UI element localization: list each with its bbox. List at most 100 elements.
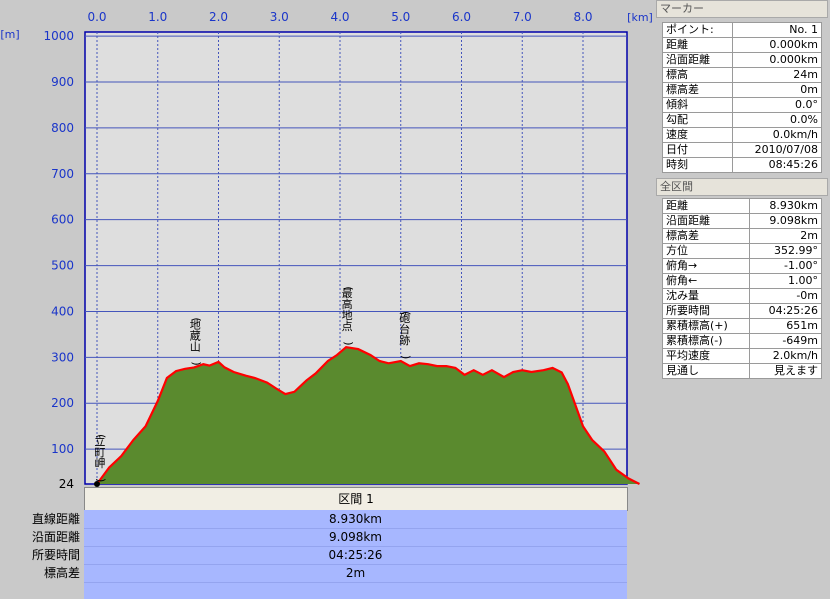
section-row: 所要時間 04:25:26	[661, 303, 822, 319]
section-value: 9.098km	[749, 213, 822, 229]
x-tick-label: 7.0	[513, 10, 532, 24]
marker-row: 時刻 08:45:26	[662, 157, 823, 173]
x-tick-label: 8.0	[573, 10, 592, 24]
marker-label: ポイント:	[662, 22, 733, 38]
marker-row: 距離 0.000km	[662, 37, 823, 53]
section-row: 俯角→ -1.00°	[661, 258, 822, 274]
marker-label: 速度	[662, 127, 733, 143]
section-row: 沿面距離 9.098km	[661, 213, 822, 229]
marker-label: 標高	[662, 67, 733, 83]
y-tick-label: 600	[51, 213, 74, 227]
section-label: 沈み量	[661, 288, 751, 304]
marker-row: 沿面距離 0.000km	[662, 52, 823, 68]
section-value: -649m	[749, 333, 822, 349]
marker-label: 日付	[662, 142, 733, 158]
marker-value: No. 1	[731, 22, 823, 38]
marker-label: 距離	[662, 37, 733, 53]
marker-row: 標高 24m	[662, 67, 823, 83]
section-value: -0m	[749, 288, 822, 304]
section-label: 累積標高(+)	[661, 318, 751, 334]
stat-value: 2m	[84, 564, 627, 583]
section-value: 04:25:26	[749, 303, 822, 319]
y-tick-label: 500	[51, 259, 74, 273]
section-value: 651m	[749, 318, 822, 334]
section-label: 沿面距離	[661, 213, 751, 229]
marker-value: 0.0km/h	[731, 127, 823, 143]
section-row: 累積標高(+) 651m	[661, 318, 822, 334]
x-tick-label: 0.0	[87, 10, 106, 24]
stat-label: 沿面距離	[31, 530, 80, 544]
y-unit-label: [m]	[0, 28, 19, 41]
stat-value: 04:25:26	[84, 546, 627, 565]
y-min-label: 24	[59, 477, 74, 491]
marker-label: 時刻	[662, 157, 733, 173]
section-value: 8.930km	[749, 198, 822, 214]
marker-row: 標高差 0m	[662, 82, 823, 98]
x-tick-label: 2.0	[209, 10, 228, 24]
section-value: 2m	[749, 228, 822, 244]
section-row: 累積標高(-) -649m	[661, 333, 822, 349]
section-value: 352.99°	[749, 243, 822, 259]
marker-value: 0.000km	[731, 37, 823, 53]
marker-row: ポイント: No. 1	[662, 22, 823, 38]
section-row: 標高差 2m	[661, 228, 822, 244]
section-label: 俯角→	[661, 258, 751, 274]
marker-panel-title: マーカー	[656, 0, 828, 18]
y-tick-label: 1000	[43, 29, 74, 43]
section-value: 2.0km/h	[749, 348, 822, 364]
section-label: 距離	[661, 198, 751, 214]
x-unit-label: [km]	[627, 11, 653, 24]
marker-label: 沿面距離	[662, 52, 733, 68]
marker-label: 標高差	[662, 82, 733, 98]
marker-value: 08:45:26	[731, 157, 823, 173]
section-row: 距離 8.930km	[661, 198, 822, 214]
y-tick-label: 200	[51, 396, 74, 410]
stat-label: 所要時間	[31, 548, 80, 562]
x-tick-label: 1.0	[148, 10, 167, 24]
y-tick-label: 800	[51, 121, 74, 135]
marker-row: 傾斜 0.0°	[662, 97, 823, 113]
stat-label: 標高差	[43, 566, 80, 580]
section-stats: 8.930km 9.098km 04:25:26 2m	[84, 510, 627, 599]
marker-row: 日付 2010/07/08	[662, 142, 823, 158]
marker-value: 0.000km	[731, 52, 823, 68]
section-tab[interactable]: 区間 1	[84, 487, 628, 511]
stat-value: 8.930km	[84, 510, 627, 529]
section-row: 俯角← 1.00°	[661, 273, 822, 289]
section-label: 累積標高(-)	[661, 333, 751, 349]
section-label: 所要時間	[661, 303, 751, 319]
marker-value: 0.0%	[731, 112, 823, 128]
x-tick-label: 6.0	[452, 10, 471, 24]
section-row: 平均速度 2.0km/h	[661, 348, 822, 364]
section-value: -1.00°	[749, 258, 822, 274]
y-tick-label: 100	[51, 442, 74, 456]
marker-value: 2010/07/08	[731, 142, 823, 158]
section-table: 距離 8.930km 沿面距離 9.098km 標高差 2m 方位 352.99° 俯角→ -1.…	[661, 198, 822, 379]
y-tick-label: 700	[51, 167, 74, 181]
section-row: 見通し 見えます	[661, 363, 822, 379]
marker-label: 勾配	[662, 112, 733, 128]
section-label: 見通し	[661, 363, 751, 379]
marker-row: 速度 0.0km/h	[662, 127, 823, 143]
section-label: 俯角←	[661, 273, 751, 289]
x-tick-label: 3.0	[270, 10, 289, 24]
section-row: 沈み量 -0m	[661, 288, 822, 304]
y-tick-label: 400	[51, 304, 74, 318]
marker-label: 傾斜	[662, 97, 733, 113]
section-value: 見えます	[749, 363, 822, 379]
marker-table: ポイント: No. 1 距離 0.000km 沿面距離 0.000km 標高 24m 標高差 0m…	[662, 22, 823, 173]
marker-row: 勾配 0.0%	[662, 112, 823, 128]
stat-value: 9.098km	[84, 528, 627, 547]
x-tick-label: 5.0	[391, 10, 410, 24]
y-tick-label: 900	[51, 75, 74, 89]
section-label: 方位	[661, 243, 751, 259]
section-value: 1.00°	[749, 273, 822, 289]
section-label: 平均速度	[661, 348, 751, 364]
marker-value: 0m	[731, 82, 823, 98]
section-row: 方位 352.99°	[661, 243, 822, 259]
section-label: 標高差	[661, 228, 751, 244]
x-tick-label: 4.0	[330, 10, 349, 24]
y-tick-label: 300	[51, 350, 74, 364]
marker-value: 24m	[731, 67, 823, 83]
marker-value: 0.0°	[731, 97, 823, 113]
